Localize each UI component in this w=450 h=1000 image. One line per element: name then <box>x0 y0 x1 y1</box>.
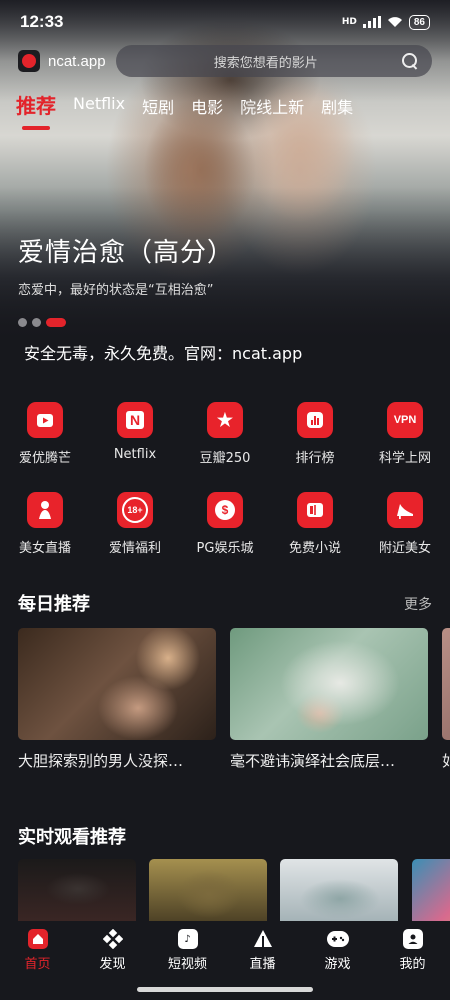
nav-profile[interactable]: 我的 <box>375 921 450 978</box>
nav-discover[interactable]: 发现 <box>75 921 150 978</box>
shortcut-label: 排行榜 <box>295 451 335 466</box>
shortcut-label: 豆瓣250 <box>199 451 251 466</box>
18-plus-icon: 18+ <box>117 492 153 528</box>
shortcut-free-novels[interactable]: 免费小说 <box>270 492 360 582</box>
bottom-nav: 首页 发现 ♪ 短视频 直播 游戏 我的 <box>0 921 450 978</box>
official-site-notice: 安全无毒，永久免费。官网：ncat.app <box>24 344 303 363</box>
music-note-icon: ♪ <box>177 929 198 949</box>
live-watch-thumbnail[interactable] <box>280 859 398 921</box>
tab-new-in-theaters[interactable]: 院线上新 <box>240 90 304 118</box>
status-time: 12:33 <box>20 12 64 31</box>
nav-label: 我的 <box>399 957 426 972</box>
nav-games[interactable]: 游戏 <box>300 921 375 978</box>
tab-series[interactable]: 剧集 <box>321 90 353 118</box>
status-bar: 12:33 HD 86 <box>0 0 450 44</box>
netflix-n-icon: N <box>117 402 153 438</box>
nav-home[interactable]: 首页 <box>0 921 75 978</box>
coin-icon: $ <box>207 492 243 528</box>
shortcut-pg-casino[interactable]: $ PG娱乐城 <box>180 492 270 582</box>
discover-icon <box>102 929 123 949</box>
shortcut-label: 科学上网 <box>378 451 431 466</box>
app-logo-icon <box>18 50 40 72</box>
nav-label: 发现 <box>99 957 126 972</box>
bar-chart-icon <box>297 402 333 438</box>
nav-short-video[interactable]: ♪ 短视频 <box>150 921 225 978</box>
top-bar: ncat.app 搜索您想看的影片 <box>18 44 432 78</box>
tab-movies[interactable]: 电影 <box>191 90 223 118</box>
shortcut-label: 附近美女 <box>378 541 431 556</box>
shortcut-douban250[interactable]: ★ 豆瓣250 <box>180 402 270 492</box>
shortcut-grid: 爱优腾芒 N Netflix ★ 豆瓣250 排行榜 VPN 科学上网 美女直播 <box>0 402 450 582</box>
daily-card-thumbnail[interactable] <box>18 628 216 740</box>
book-icon <box>297 492 333 528</box>
carousel-dot[interactable] <box>18 318 27 327</box>
daily-card-caption[interactable]: 毫不避讳演绎社会底层… <box>230 750 428 771</box>
vpn-icon: VPN <box>387 402 423 438</box>
daily-section-title: 每日推荐 <box>18 594 90 615</box>
category-tabs: 推荐 Netflix 短剧 电影 院线上新 剧集 <box>0 90 450 130</box>
brand-name: ncat.app <box>48 52 106 70</box>
shortcut-love-welfare[interactable]: 18+ 爱情福利 <box>90 492 180 582</box>
shortcut-nearby-girls[interactable]: 附近美女 <box>360 492 450 582</box>
shortcut-label: 爱优腾芒 <box>18 451 71 466</box>
shortcut-ranking[interactable]: 排行榜 <box>270 402 360 492</box>
carousel-dot-active[interactable] <box>46 318 66 327</box>
daily-carousel: 大胆探索别的男人没探… 毫不避讳演绎社会底层… 如 <box>18 628 450 778</box>
search-placeholder[interactable]: 搜索您想看的影片 <box>130 52 402 71</box>
daily-card-caption[interactable]: 如 <box>442 750 450 771</box>
daily-card-thumbnail[interactable] <box>442 628 450 740</box>
wifi-icon <box>387 17 402 27</box>
shortcut-vpn[interactable]: VPN 科学上网 <box>360 402 450 492</box>
play-app-icon <box>27 402 63 438</box>
live-watch-thumbnail[interactable] <box>149 859 267 921</box>
tab-netflix[interactable]: Netflix <box>73 90 125 113</box>
shortcut-label: 美女直播 <box>18 541 71 556</box>
shortcut-label: 免费小说 <box>288 541 341 556</box>
tab-short-drama[interactable]: 短剧 <box>142 90 174 118</box>
search-icon[interactable] <box>402 53 418 69</box>
carousel-indicator <box>18 318 66 327</box>
profile-icon <box>402 929 423 949</box>
home-indicator[interactable] <box>137 987 313 992</box>
nav-label: 短视频 <box>167 957 207 972</box>
shortcut-label: Netflix <box>113 447 157 462</box>
star-ribbon-icon: ★ <box>207 402 243 438</box>
daily-more-link[interactable]: 更多 <box>404 594 432 614</box>
tab-recommend[interactable]: 推荐 <box>16 90 56 130</box>
nav-label: 游戏 <box>324 957 351 972</box>
signal-icon <box>362 16 381 28</box>
shortcut-aiyoutengmang[interactable]: 爱优腾芒 <box>0 402 90 492</box>
shortcut-label: PG娱乐城 <box>196 541 254 556</box>
live-watch-thumbnail[interactable] <box>18 859 136 921</box>
carousel-dot[interactable] <box>32 318 41 327</box>
nav-label: 直播 <box>249 957 276 972</box>
shortcut-label: 爱情福利 <box>108 541 161 556</box>
gamepad-icon <box>326 931 349 947</box>
live-watch-carousel <box>18 859 450 921</box>
broadcast-icon <box>253 929 273 949</box>
search-bar[interactable]: 搜索您想看的影片 <box>115 45 432 77</box>
banner-subtitle: 恋爱中，最好的状态是“互相治愈” <box>18 283 214 298</box>
nav-live[interactable]: 直播 <box>225 921 300 978</box>
daily-card[interactable]: 如 <box>442 628 450 771</box>
home-icon <box>27 929 48 949</box>
daily-card[interactable]: 毫不避讳演绎社会底层… <box>230 628 428 771</box>
live-watch-section-title: 实时观看推荐 <box>18 827 126 848</box>
daily-card-thumbnail[interactable] <box>230 628 428 740</box>
woman-silhouette-icon <box>27 492 63 528</box>
live-watch-thumbnail[interactable] <box>412 859 450 921</box>
shortcut-netflix[interactable]: N Netflix <box>90 402 180 492</box>
high-heel-icon <box>387 492 423 528</box>
status-icons: HD 86 <box>341 14 430 30</box>
daily-card[interactable]: 大胆探索别的男人没探… <box>18 628 216 771</box>
battery-icon: 86 <box>408 14 430 30</box>
banner-title[interactable]: 爱情治愈（高分） <box>18 232 234 269</box>
daily-card-caption[interactable]: 大胆探索别的男人没探… <box>18 750 216 771</box>
nav-label: 首页 <box>24 957 51 972</box>
network-type-label: HD <box>341 17 357 27</box>
shortcut-live-girls[interactable]: 美女直播 <box>0 492 90 582</box>
